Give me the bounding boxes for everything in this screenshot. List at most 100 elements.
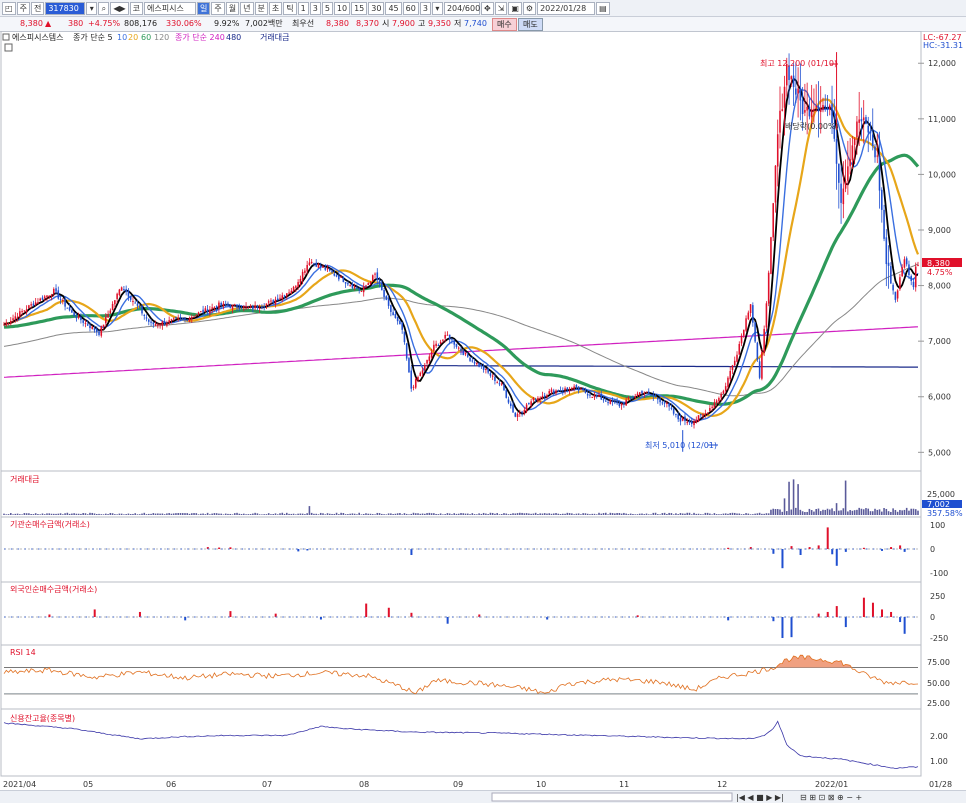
minute-45[interactable]: 45	[385, 2, 401, 15]
data-count-field[interactable]: 204/600	[444, 2, 480, 15]
volume-bar	[238, 514, 240, 515]
indicator-toggle-icon[interactable]	[5, 44, 12, 51]
zoom-controls-icon[interactable]: ⊟ ⊞ ⊡ ⊠ ⊕ − +	[800, 793, 862, 802]
volume-bar	[876, 510, 878, 515]
volume-bar	[320, 513, 322, 515]
volume-bar	[277, 514, 279, 515]
volume-bar	[594, 514, 596, 515]
volume-bar	[781, 512, 783, 515]
period-minute[interactable]: 분	[255, 2, 268, 15]
period-second[interactable]: 초	[269, 2, 282, 15]
minute-10[interactable]: 10	[334, 2, 350, 15]
volume-bar	[87, 514, 89, 515]
volume-bar	[818, 509, 820, 515]
candle-body	[186, 320, 188, 321]
candle-body	[854, 139, 856, 145]
minute-15[interactable]: 15	[351, 2, 367, 15]
rsi-tick-75: 75.00	[927, 658, 950, 667]
volume-bar	[485, 514, 487, 515]
date-input[interactable]: 2022/01/28	[537, 2, 595, 15]
dropdown-icon[interactable]: ▾	[86, 2, 97, 15]
candle-body	[729, 371, 731, 379]
scroll-icon[interactable]: ⇲	[495, 2, 508, 15]
stock-name-field[interactable]: 에스피시스	[144, 2, 196, 15]
candle-body	[451, 339, 453, 340]
count-small-input[interactable]: 3	[420, 2, 431, 15]
count-dropdown-icon[interactable]: ▾	[432, 2, 443, 15]
candle-body	[542, 396, 544, 398]
candle-body	[693, 421, 695, 425]
period-tick[interactable]: 틱	[283, 2, 296, 15]
candle-body	[901, 267, 903, 276]
sell-button[interactable]: 매도	[518, 18, 543, 31]
period-week[interactable]: 주	[211, 2, 224, 15]
candle-body	[105, 317, 107, 323]
type-all[interactable]: 전	[31, 2, 44, 15]
candle-body	[329, 269, 331, 271]
candle-body	[367, 283, 369, 285]
minute-1[interactable]: 1	[298, 2, 309, 15]
candle-body	[775, 166, 777, 203]
volume-bar	[91, 513, 93, 515]
period-year[interactable]: 년	[240, 2, 253, 15]
buy-button[interactable]: 매수	[492, 18, 517, 31]
minute-3[interactable]: 3	[310, 2, 321, 15]
candle-body	[261, 307, 263, 308]
gear-icon[interactable]: ⚙	[523, 2, 536, 15]
volume-bar	[300, 513, 302, 515]
volume-panel: 거래대금 25,000 7,002 357.58%	[3, 475, 963, 518]
candle-body	[829, 105, 831, 108]
prev-next-icon[interactable]: ◀▶	[110, 2, 128, 15]
candle-body	[331, 271, 333, 273]
credit-panel: 신용잔고율(종목별) 2.00 1.00	[4, 713, 948, 769]
volume-bar	[870, 511, 872, 515]
legend-box-icon[interactable]	[3, 34, 9, 40]
type-week[interactable]: 주	[17, 2, 30, 15]
volume-bar	[718, 514, 720, 515]
volume-bar	[105, 514, 107, 515]
chart-menu-icon[interactable]: ◰	[2, 2, 16, 15]
candle-body	[481, 365, 483, 366]
volume-bar	[381, 514, 383, 515]
stock-code-input[interactable]: 317830	[45, 2, 85, 15]
market-kospi[interactable]: 코	[130, 2, 143, 15]
volume-bar	[150, 514, 152, 515]
volume-bar	[180, 513, 182, 515]
volume-bar	[69, 514, 71, 515]
volume-bar	[508, 514, 510, 515]
volume-bar	[270, 514, 272, 515]
candle-body	[80, 317, 82, 320]
candle-body	[499, 383, 501, 384]
scroll-controls-icon[interactable]: |◀ ◀ ■ ▶ ▶|	[736, 793, 784, 802]
high-note: 최고 12,200 (01/10)	[760, 58, 837, 68]
period-month[interactable]: 월	[226, 2, 239, 15]
period-day[interactable]: 일	[197, 2, 210, 15]
candle-body	[107, 314, 109, 318]
volume-bar	[456, 514, 458, 515]
candle-body	[189, 318, 191, 322]
stock-chart[interactable]: 에스피시스템스 종가 단순 5 10 20 60 120 종가 단순 240 4…	[0, 31, 966, 791]
crosshair-icon[interactable]: ✥	[481, 2, 494, 15]
candle-body	[614, 402, 616, 403]
candle-body	[720, 394, 722, 398]
volume-bar	[125, 514, 127, 515]
best-bid-label: 최우선	[292, 17, 314, 31]
calendar-icon[interactable]: ▤	[596, 2, 610, 15]
volume-bar	[100, 514, 102, 515]
volume-bar	[157, 513, 159, 515]
candle-body	[17, 317, 19, 318]
minute-5[interactable]: 5	[322, 2, 333, 15]
candle-body	[270, 301, 272, 302]
save-icon[interactable]: ▣	[508, 2, 522, 15]
scroll-bar[interactable]: |◀ ◀ ■ ▶ ▶| ⊟ ⊞ ⊡ ⊠ ⊕ − +	[0, 790, 966, 803]
scroll-track[interactable]	[492, 793, 732, 801]
volume-bar	[637, 514, 639, 515]
buy-bar	[388, 608, 390, 617]
volume-bar	[682, 513, 684, 515]
minute-30[interactable]: 30	[368, 2, 384, 15]
volume-bar	[184, 513, 186, 515]
volume-bar	[671, 513, 673, 515]
minute-60[interactable]: 60	[403, 2, 419, 15]
volume-bar	[198, 514, 200, 515]
search-icon[interactable]: ⌕	[98, 2, 109, 15]
